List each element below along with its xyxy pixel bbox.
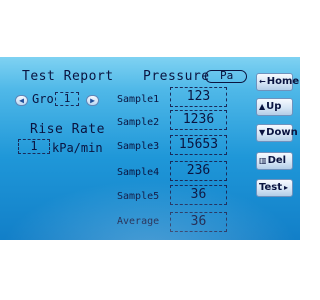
average-value-field: 36 [170, 212, 227, 232]
rise-rate-label: Rise Rate [30, 122, 105, 137]
sample-value: 15653 [178, 137, 219, 152]
group-value-field[interactable]: 1 [55, 92, 79, 106]
delete-button[interactable]: ▥Del [256, 152, 293, 170]
sample-value: 123 [186, 89, 211, 104]
sample-value-field: 1236 [170, 110, 227, 130]
rise-rate-unit: kPa/min [52, 141, 103, 155]
test-report-title: Test Report [22, 69, 114, 84]
sample-label: Sample1 [117, 94, 160, 105]
up-button[interactable]: ▲Up [256, 98, 293, 116]
down-arrow-icon: ▼ [259, 128, 266, 137]
down-button-label: Down [266, 127, 298, 138]
sample-value-field: 236 [170, 161, 227, 181]
pressure-label: Pressure [143, 69, 210, 84]
sample-value: 1236 [182, 112, 215, 127]
rise-rate-value: 1 [30, 139, 38, 153]
pressure-unit: Pa [220, 69, 234, 82]
dropdown-arrow-icon: ▸ [284, 183, 289, 192]
group-value: 1 [63, 92, 71, 105]
rise-rate-field[interactable]: 1 [18, 139, 50, 154]
chevron-left-icon: ◀ [19, 96, 24, 105]
up-arrow-icon: ▲ [259, 102, 266, 111]
average-value: 36 [190, 214, 207, 229]
delete-button-label: Del [267, 155, 287, 166]
sample-label: Sample4 [117, 167, 160, 178]
sample-label: Sample5 [117, 191, 160, 202]
chevron-right-icon: ▶ [90, 96, 95, 105]
sample-value-field: 15653 [170, 135, 227, 155]
down-button[interactable]: ▼Down [256, 124, 298, 142]
average-label: Average [117, 216, 160, 227]
sample-label: Sample3 [117, 141, 160, 152]
trash-icon: ▥ [259, 156, 267, 165]
lcd-screen: Test Report ◀ Gro 1 ▶ Rise Rate 1 kPa/mi… [0, 57, 300, 240]
group-label: Gro [32, 92, 54, 106]
sample-value: 236 [186, 163, 211, 178]
test-button[interactable]: Test ▸ [256, 179, 293, 197]
home-button[interactable]: ←Home [256, 73, 299, 91]
group-prev-button[interactable]: ◀ [15, 95, 28, 106]
group-next-button[interactable]: ▶ [86, 95, 99, 106]
home-button-label: Home [266, 76, 300, 87]
up-button-label: Up [266, 101, 282, 112]
test-button-label: Test [259, 182, 283, 193]
home-arrow-icon: ← [259, 77, 266, 86]
sample-value-field: 123 [170, 87, 227, 107]
sample-label: Sample2 [117, 117, 160, 128]
sample-value: 36 [190, 187, 207, 202]
sample-value-field: 36 [170, 185, 227, 205]
